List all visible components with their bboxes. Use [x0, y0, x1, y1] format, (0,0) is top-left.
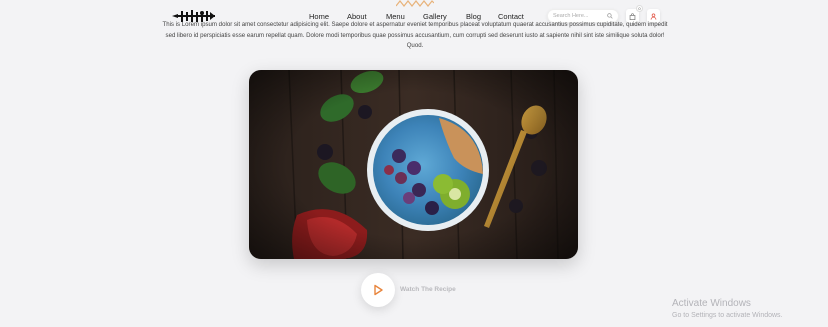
activation-watermark-subtitle: Go to Settings to activate Windows.: [672, 312, 783, 319]
activation-watermark-title: Activate Windows: [672, 298, 751, 309]
play-button[interactable]: [361, 273, 395, 307]
user-icon: [650, 13, 657, 20]
zigzag-decoration: [396, 0, 434, 7]
cart-count-badge: 0: [636, 5, 643, 12]
search-input[interactable]: [553, 13, 607, 19]
hero-image: [249, 70, 578, 259]
play-icon: [374, 284, 383, 296]
search-icon[interactable]: [607, 13, 613, 19]
intro-paragraph: This is Lorem ipsum dolor sit amet conse…: [162, 21, 668, 49]
shopping-bag-icon: [629, 12, 636, 20]
watch-recipe-link[interactable]: Watch The Recipe: [400, 286, 456, 293]
